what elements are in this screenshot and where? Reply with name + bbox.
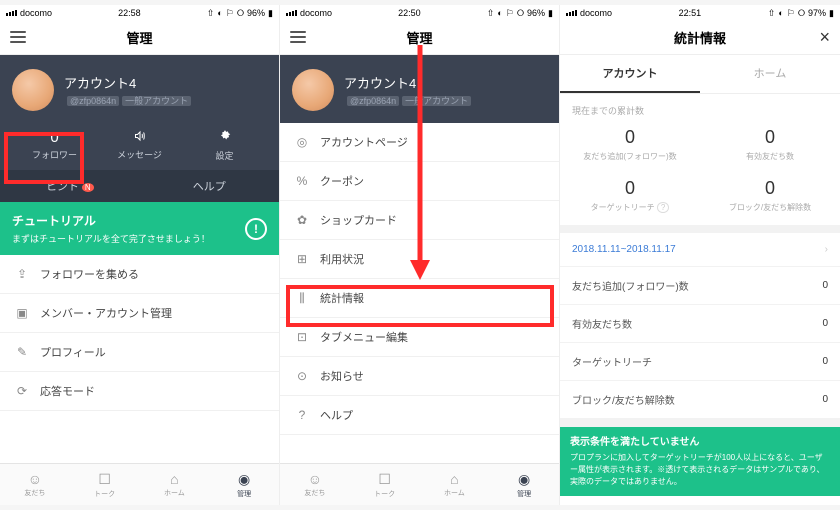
tab-talk[interactable]: ☐トーク [350, 464, 420, 505]
avatar[interactable] [12, 69, 54, 111]
tab-home-stat[interactable]: ホーム [700, 55, 840, 93]
menu-item[interactable]: ⊙お知らせ [280, 357, 559, 396]
date-range-row[interactable]: 2018.11.11~2018.11.17› [560, 233, 840, 267]
status-bar: docomo 22:50 ⇧◐⚐⭘96%▮ [280, 5, 559, 21]
warning-banner: 表示条件を満たしていません プロプランに加入してターゲットリーチが100人以上に… [560, 427, 840, 496]
tab-admin[interactable]: ◉管理 [489, 464, 559, 505]
stat-row: ブロック/友だち解除数0 [560, 381, 840, 419]
hint-help-row: ヒントN ヘルプ [0, 170, 279, 202]
tab-bar: ☺友だち ☐トーク ⌂ホーム ◉管理 [280, 463, 559, 505]
header: 統計情報 × [560, 21, 840, 55]
page-title: 統計情報 [674, 28, 726, 47]
phone-1: docomo 22:58 ⇧◐⚐⭘96%▮ 管理 アカウント4 @zfp0864… [0, 5, 280, 505]
menu-icon[interactable] [290, 31, 306, 43]
tab-account[interactable]: アカウント [560, 55, 700, 93]
hint-button[interactable]: ヒントN [0, 170, 140, 202]
menu-item[interactable]: ▣メンバー・アカウント管理 [0, 294, 279, 333]
avatar[interactable] [292, 69, 334, 111]
tutorial-banner[interactable]: チュートリアルまずはチュートリアルを全て完了させましょう！ ! [0, 202, 279, 255]
tab-friends[interactable]: ☺友だち [280, 464, 350, 505]
menu-item[interactable]: ⊡タブメニュー編集 [280, 318, 559, 357]
stat-card: 0ターゲットリーチ ? [560, 178, 700, 213]
menu-list: ⇪フォロワーを集める ▣メンバー・アカウント管理 ✎プロフィール ⟳応答モード [0, 255, 279, 463]
tab-home[interactable]: ⌂ホーム [140, 464, 210, 505]
arrow-icon [407, 45, 433, 285]
settings-stat[interactable]: 設定 [182, 123, 267, 170]
help-button[interactable]: ヘルプ [140, 170, 280, 202]
hero: アカウント4 @zfp0864n一般アカウント 0フォロワー メッセージ 設定 [0, 55, 279, 170]
stat-row: 有効友だち数0 [560, 305, 840, 343]
stat-row: ターゲットリーチ0 [560, 343, 840, 381]
account-name: アカウント4 [64, 73, 191, 92]
section-label: 現在までの累計数 [560, 94, 840, 123]
followers-stat[interactable]: 0フォロワー [12, 123, 97, 170]
info-icon: ! [245, 218, 267, 240]
tab-talk[interactable]: ☐トーク [70, 464, 140, 505]
menu-item[interactable]: ✎プロフィール [0, 333, 279, 372]
phone-3: docomo 22:51 ⇧◐⚐⭘97%▮ 統計情報 × アカウント ホーム 現… [560, 5, 840, 505]
status-bar: docomo 22:51 ⇧◐⚐⭘97%▮ [560, 5, 840, 21]
header: 管理 [0, 21, 279, 55]
stat-tabs: アカウント ホーム [560, 55, 840, 94]
close-icon[interactable]: × [819, 27, 830, 48]
page-title: 管理 [126, 28, 152, 47]
tab-home[interactable]: ⌂ホーム [420, 464, 490, 505]
tab-bar: ☺友だち ☐トーク ⌂ホーム ◉管理 [0, 463, 279, 505]
tab-admin[interactable]: ◉管理 [209, 464, 279, 505]
stat-row: 友だち追加(フォロワー)数0 [560, 267, 840, 305]
stat-card: 0友だち追加(フォロワー)数 [560, 127, 700, 162]
stat-card: 0ブロック/友だち解除数 [700, 178, 840, 213]
tab-friends[interactable]: ☺友だち [0, 464, 70, 505]
menu-item[interactable]: ?ヘルプ [280, 396, 559, 435]
menu-item[interactable]: ⟳応答モード [0, 372, 279, 411]
phone-2: docomo 22:50 ⇧◐⚐⭘96%▮ 管理 アカウント4 @zfp0864… [280, 5, 560, 505]
status-bar: docomo 22:58 ⇧◐⚐⭘96%▮ [0, 5, 279, 21]
menu-icon[interactable] [10, 31, 26, 43]
menu-item[interactable]: ⇪フォロワーを集める [0, 255, 279, 294]
messages-stat[interactable]: メッセージ [97, 123, 182, 170]
stat-card: 0有効友だち数 [700, 127, 840, 162]
